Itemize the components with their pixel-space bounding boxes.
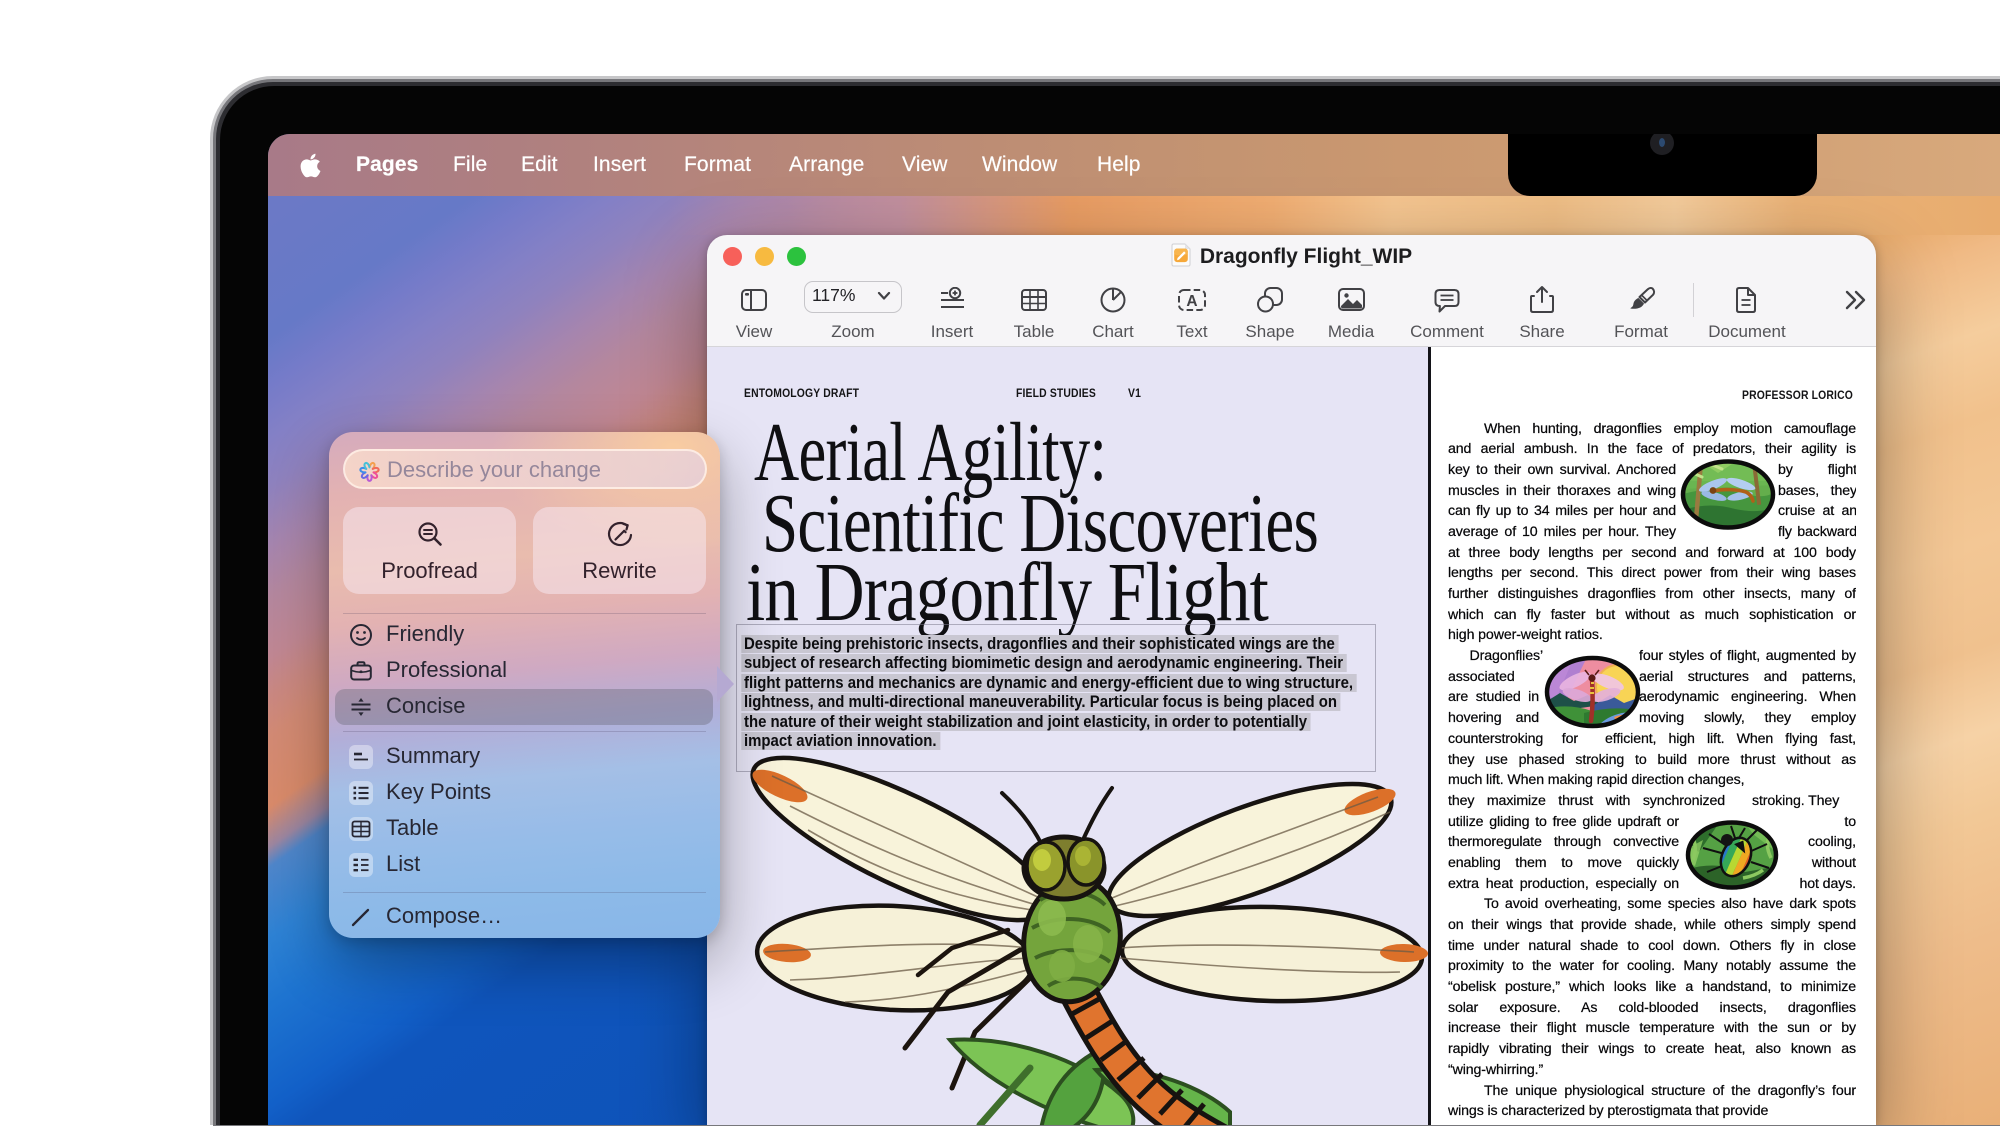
svg-text:A: A xyxy=(1186,293,1197,310)
